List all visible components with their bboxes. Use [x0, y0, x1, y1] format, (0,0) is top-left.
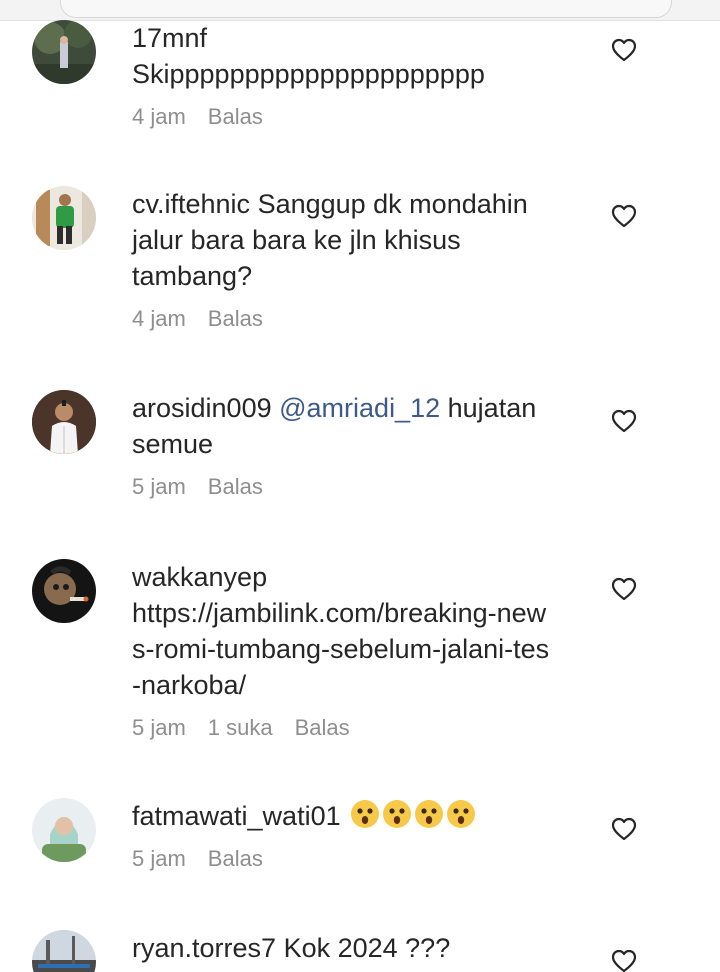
comment-text: Kok 2024 ??? — [283, 933, 451, 963]
comment-time: 5 jam — [132, 715, 186, 740]
avatar-image — [32, 20, 96, 84]
astonished-face-emoji — [415, 800, 444, 828]
comment-meta: 4 jam Balas — [132, 102, 582, 132]
reply-button[interactable]: Balas — [295, 715, 350, 740]
comment-time: 4 jam — [132, 306, 186, 331]
avatar[interactable] — [32, 930, 96, 972]
comment-item: fatmawati_wati01 5 jam Balas — [0, 798, 720, 908]
comment-username[interactable]: fatmawati_wati01 — [132, 801, 341, 831]
avatar-image — [32, 186, 96, 250]
reply-button[interactable]: Balas — [208, 306, 263, 331]
comment-username[interactable]: ryan.torres7 — [132, 933, 276, 963]
comment-likes[interactable]: 1 suka — [208, 715, 273, 740]
comment-meta: 5 jam Balas — [132, 844, 582, 874]
search-bar-edge[interactable] — [60, 0, 672, 18]
reply-button[interactable]: Balas — [208, 846, 263, 871]
comment-meta: 5 jam 1 suka Balas — [132, 713, 552, 743]
heart-outline-icon[interactable] — [611, 204, 637, 228]
reply-button[interactable]: Balas — [208, 104, 263, 129]
comment-meta: 5 jam Balas — [132, 472, 582, 502]
heart-outline-icon[interactable] — [611, 949, 637, 972]
heart-outline-icon[interactable] — [611, 38, 637, 62]
avatar[interactable] — [32, 559, 96, 623]
comment-time: 5 jam — [132, 474, 186, 499]
comment-username[interactable]: cv.iftehnic — [132, 189, 250, 219]
comment-time: 5 jam — [132, 846, 186, 871]
heart-outline-icon[interactable] — [611, 577, 637, 601]
astonished-face-emoji — [447, 800, 476, 828]
avatar[interactable] — [32, 390, 96, 454]
heart-outline-icon[interactable] — [611, 817, 637, 841]
comment-item: arosidin009 @amriadi_12 hujatan semue 5 … — [0, 390, 720, 520]
comment-time: 4 jam — [132, 104, 186, 129]
top-search-strip — [0, 0, 720, 21]
astonished-face-emoji — [383, 800, 412, 828]
comment-item: 17mnf Skippppppppppppppppppppp 4 jam Bala… — [0, 20, 720, 160]
avatar-image — [32, 798, 96, 862]
astonished-face-emoji — [351, 800, 380, 828]
reply-button[interactable]: Balas — [208, 474, 263, 499]
comment-username[interactable]: arosidin009 — [132, 393, 272, 423]
comment-item: cv.iftehnic Sanggup dk mondahin jalur ba… — [0, 186, 720, 356]
comment-text: Skippppppppppppppppppppp — [132, 59, 485, 89]
avatar[interactable] — [32, 20, 96, 84]
comment-item: ryan.torres7 Kok 2024 ??? — [0, 930, 720, 972]
avatar-image — [32, 390, 96, 454]
comment-username[interactable]: wakkanyep — [132, 562, 267, 592]
comment-item: wakkanyep https://jambilink.com/breaking… — [0, 559, 720, 769]
avatar-image — [32, 559, 96, 623]
avatar[interactable] — [32, 186, 96, 250]
comment-meta: 4 jam Balas — [132, 304, 582, 334]
comment-username[interactable]: 17mnf — [132, 23, 207, 53]
heart-outline-icon[interactable] — [611, 409, 637, 433]
avatar[interactable] — [32, 798, 96, 862]
comment-mention[interactable]: @amriadi_12 — [279, 393, 440, 423]
avatar-image — [32, 930, 96, 972]
comment-link[interactable]: https://jambilink.com/breaking-news-romi… — [132, 598, 549, 700]
